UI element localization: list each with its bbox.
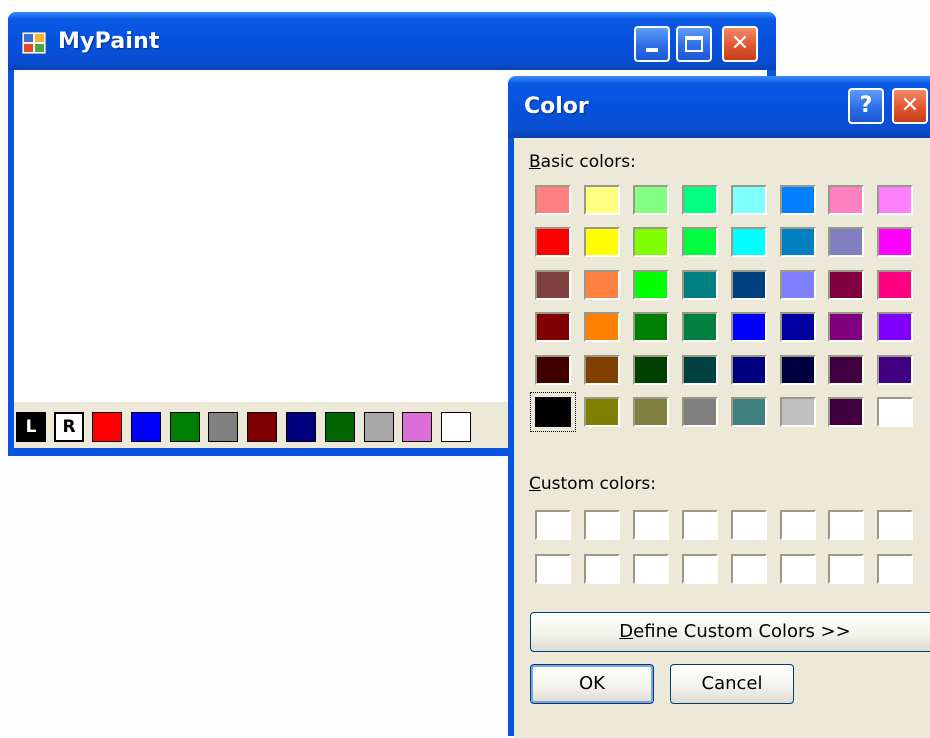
basic-color-cell[interactable] — [877, 397, 914, 427]
custom-colors-label: Custom colors: — [529, 474, 656, 494]
custom-color-cell[interactable] — [779, 510, 816, 540]
basic-color-cell[interactable] — [828, 354, 865, 385]
basic-color-cell[interactable] — [828, 397, 865, 427]
basic-color-cell[interactable] — [877, 227, 914, 258]
cancel-button[interactable]: Cancel — [670, 664, 794, 704]
basic-color-cell[interactable] — [535, 227, 571, 258]
ok-button[interactable]: OK — [530, 664, 654, 704]
basic-color-cell[interactable] — [681, 397, 718, 427]
basic-color-cell[interactable] — [730, 185, 767, 215]
custom-color-cell[interactable] — [632, 510, 669, 540]
basic-color-cell[interactable] — [583, 185, 620, 215]
basic-color-cell[interactable] — [632, 227, 669, 258]
basic-color-cell[interactable] — [779, 397, 816, 427]
close-icon: ✕ — [730, 31, 750, 56]
basic-color-cell[interactable] — [583, 227, 620, 258]
custom-color-cell[interactable] — [779, 554, 816, 584]
toolbar-swatch[interactable] — [169, 412, 200, 442]
basic-color-cell[interactable] — [535, 354, 571, 385]
dialog-title: Color — [524, 94, 589, 119]
custom-color-cell[interactable] — [828, 554, 865, 584]
basic-color-cell[interactable] — [583, 397, 620, 427]
basic-color-cell[interactable] — [583, 312, 620, 343]
basic-color-cell[interactable] — [632, 269, 669, 300]
basic-color-cell[interactable] — [681, 269, 718, 300]
basic-color-cell[interactable] — [583, 354, 620, 385]
basic-color-cell[interactable] — [681, 312, 718, 343]
toolbar-swatch[interactable] — [324, 412, 355, 442]
dialog-title-bar[interactable]: Color ? ✕ — [508, 76, 930, 138]
basic-color-cell[interactable] — [632, 312, 669, 343]
custom-color-cell[interactable] — [535, 510, 571, 540]
basic-color-cell[interactable] — [779, 269, 816, 300]
toolbar-swatch[interactable] — [402, 412, 433, 442]
basic-color-cell[interactable] — [779, 312, 816, 343]
close-icon: ✕ — [900, 93, 920, 118]
maximize-button[interactable] — [676, 26, 712, 62]
basic-color-cell[interactable] — [828, 269, 865, 300]
dialog-close-button[interactable]: ✕ — [892, 88, 928, 124]
define-custom-colors-button[interactable]: Define Custom Colors >> — [530, 612, 930, 652]
toolbar-swatch[interactable] — [286, 412, 316, 442]
left-color-indicator[interactable]: L — [16, 412, 46, 442]
custom-color-cell[interactable] — [828, 510, 865, 540]
app-icon[interactable] — [21, 31, 47, 55]
basic-color-cell[interactable] — [877, 269, 914, 300]
basic-color-cell[interactable] — [730, 397, 767, 427]
basic-color-cell[interactable] — [681, 185, 718, 215]
basic-color-cell[interactable] — [877, 354, 914, 385]
help-button[interactable]: ? — [848, 88, 884, 124]
basic-colors-label: Basic colors: — [529, 152, 636, 172]
basic-color-cell[interactable] — [583, 269, 620, 300]
minimize-button[interactable] — [634, 26, 670, 62]
basic-color-cell[interactable] — [779, 185, 816, 215]
help-icon: ? — [859, 93, 873, 118]
toolbar-swatch[interactable] — [363, 412, 394, 442]
custom-color-cell[interactable] — [681, 510, 718, 540]
basic-color-cell[interactable] — [632, 397, 669, 427]
close-button[interactable]: ✕ — [722, 26, 758, 62]
custom-color-cell[interactable] — [877, 554, 914, 584]
toolbar-swatch[interactable] — [130, 412, 161, 442]
maximize-icon — [685, 36, 703, 52]
minimize-icon — [646, 48, 658, 52]
custom-color-cell[interactable] — [681, 554, 718, 584]
basic-color-cell[interactable] — [535, 185, 571, 215]
basic-color-cell[interactable] — [730, 227, 767, 258]
basic-color-cell[interactable] — [535, 269, 571, 300]
basic-color-cell[interactable] — [730, 269, 767, 300]
custom-color-cell[interactable] — [730, 554, 767, 584]
custom-color-cell[interactable] — [583, 554, 620, 584]
basic-color-cell[interactable] — [877, 185, 914, 215]
title-bar[interactable]: MyPaint ✕ — [8, 12, 776, 70]
basic-color-cell[interactable] — [877, 312, 914, 343]
toolbar-swatch[interactable] — [441, 412, 472, 442]
basic-color-cell[interactable] — [828, 312, 865, 343]
dialog-body: Basic colors: Custom colors: Define Cust… — [514, 138, 930, 738]
basic-color-cell[interactable] — [535, 312, 571, 343]
custom-color-cell[interactable] — [632, 554, 669, 584]
custom-color-cell[interactable] — [730, 510, 767, 540]
basic-color-cell[interactable] — [681, 354, 718, 385]
basic-color-cell[interactable] — [681, 227, 718, 258]
basic-color-cell[interactable] — [730, 354, 767, 385]
basic-color-cell-selected[interactable] — [530, 392, 576, 432]
basic-color-cell[interactable] — [779, 227, 816, 258]
color-dialog: Color ? ✕ Basic colors: Custom colors: D… — [508, 76, 930, 738]
custom-color-cell[interactable] — [877, 510, 914, 540]
basic-color-cell[interactable] — [632, 354, 669, 385]
right-color-indicator[interactable]: R — [54, 412, 84, 442]
toolbar-swatch[interactable] — [247, 412, 278, 442]
basic-color-cell[interactable] — [779, 354, 816, 385]
custom-color-cell[interactable] — [535, 554, 571, 584]
basic-color-cell[interactable] — [730, 312, 767, 343]
toolbar-swatch[interactable] — [92, 412, 122, 442]
toolbar-swatch[interactable] — [208, 412, 239, 442]
basic-color-cell[interactable] — [632, 185, 669, 215]
window-title: MyPaint — [58, 29, 160, 54]
custom-color-cell[interactable] — [583, 510, 620, 540]
basic-color-cell[interactable] — [828, 227, 865, 258]
basic-color-cell[interactable] — [828, 185, 865, 215]
